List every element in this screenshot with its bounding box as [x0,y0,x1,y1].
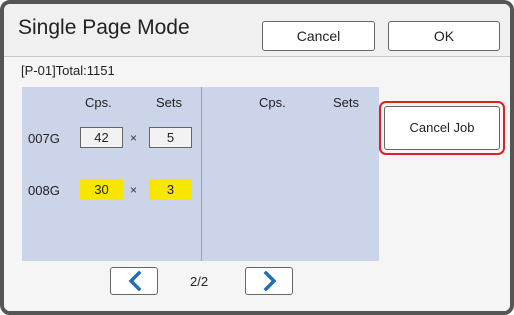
panel-divider [201,87,202,261]
cancel-button[interactable]: Cancel [262,21,375,51]
next-page-button[interactable] [245,267,293,295]
row-label-008g: 008G [28,183,60,198]
sets-field-008g[interactable]: 3 [149,179,192,200]
dialog-title: Single Page Mode [18,16,190,39]
ok-button[interactable]: OK [388,21,500,51]
left-col-copies-header: Cps. [85,95,112,110]
copies-field-008g[interactable]: 30 [80,179,123,200]
job-info: [P-01]Total:1151 [21,63,115,78]
prev-page-button[interactable] [110,267,158,295]
chevron-right-icon [263,271,277,291]
row-label-007g: 007G [28,131,60,146]
left-col-sets-header: Sets [156,95,183,110]
copies-field-007g[interactable]: 42 [80,127,123,148]
right-col-sets-header: Sets [333,95,360,110]
sets-field-007g[interactable]: 5 [149,127,192,148]
page-indicator: 2/2 [190,274,209,289]
times-sign: × [130,131,138,145]
right-col-copies-header: Cps. [259,95,286,110]
times-sign: × [130,183,138,197]
cancel-job-button[interactable]: Cancel Job [384,106,500,150]
dialog-header: Single Page Mode Cancel OK [4,4,510,57]
chevron-left-icon [128,271,142,291]
